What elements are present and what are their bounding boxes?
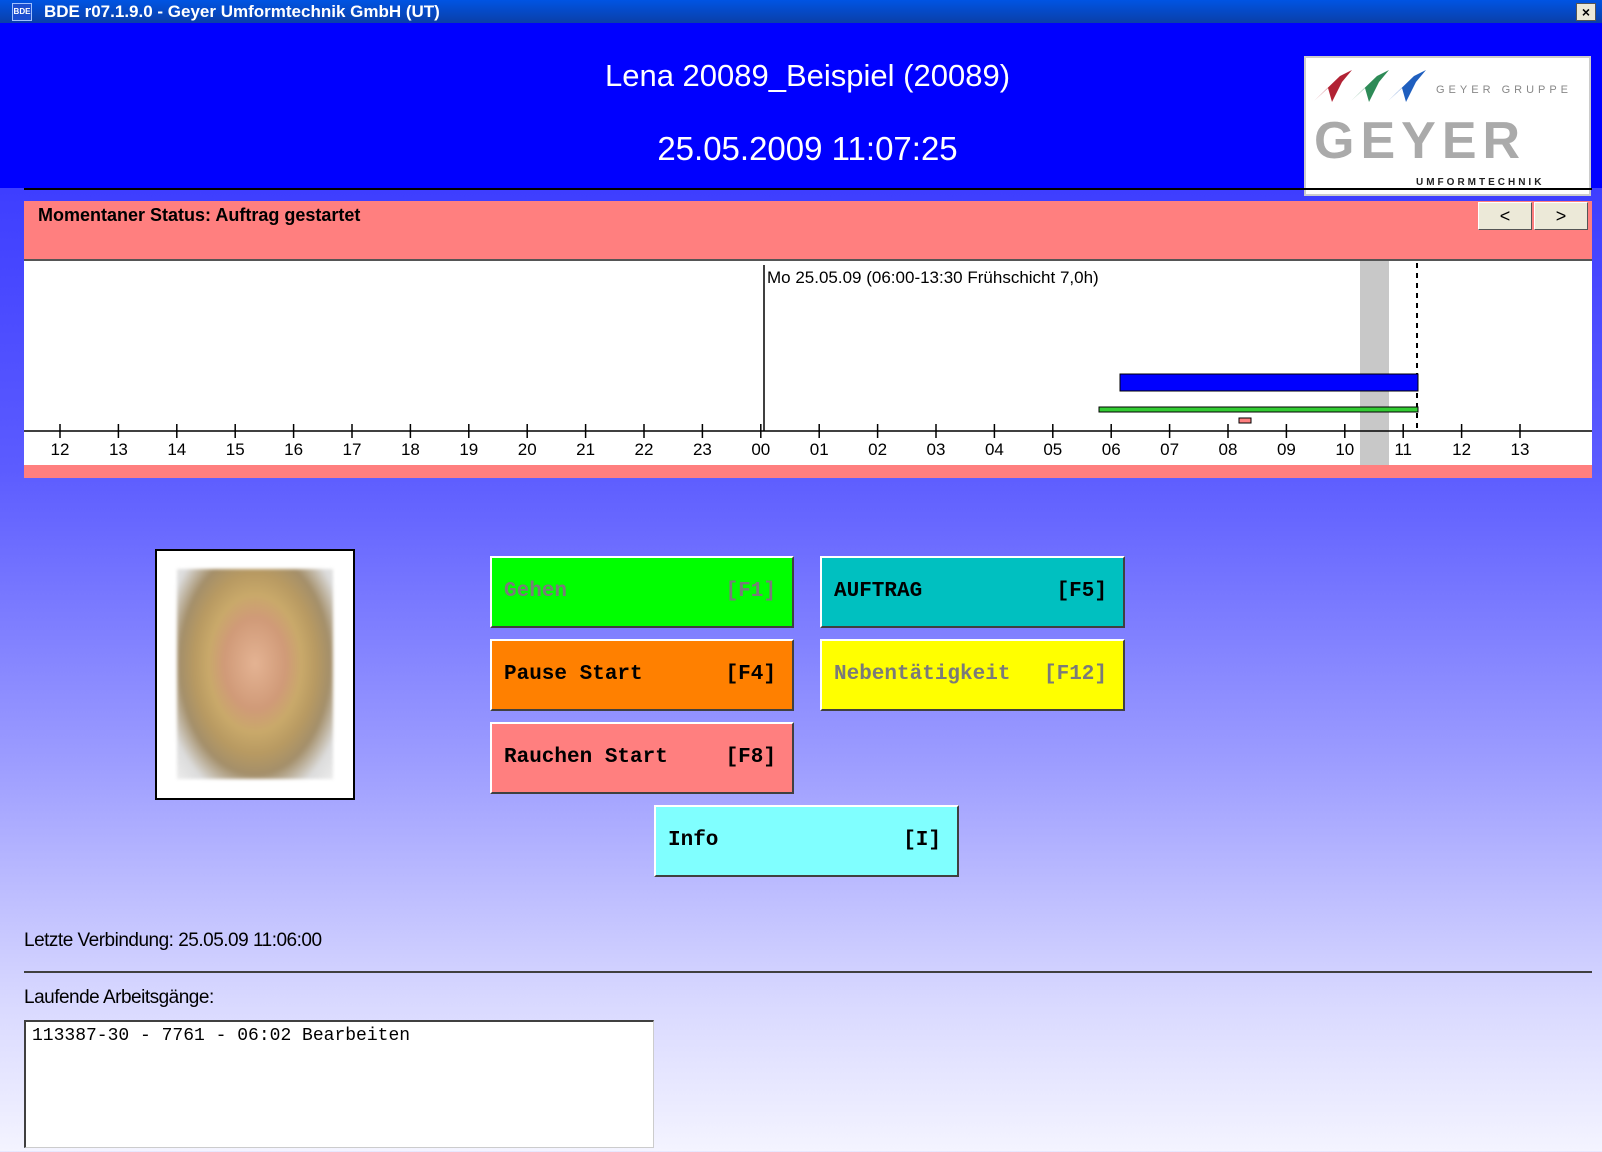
logo-brand-text: GEYER	[1314, 112, 1526, 170]
header-panel: Lena 20089_Beispiel (20089) 25.05.2009 1…	[0, 23, 1602, 196]
running-operation-item[interactable]: 113387-30 - 7761 - 06:02 Bearbeiten	[32, 1026, 647, 1046]
pause-start-key: [F4]	[725, 663, 776, 686]
logo-arrow-red-icon	[1314, 70, 1352, 102]
logo-sub-text: UMFORMTECHNIK	[1416, 177, 1544, 188]
timeline-bottom-strip	[24, 465, 1592, 478]
presence-bar	[1098, 406, 1419, 413]
info-label: Info	[668, 829, 719, 852]
gehen-label: Gehen	[504, 580, 568, 603]
hour-label: 16	[284, 440, 303, 459]
pause-start-label: Pause Start	[504, 663, 643, 686]
hour-label: 07	[1160, 440, 1179, 459]
running-operations-label: Laufende Arbeitsgänge:	[24, 987, 214, 1008]
hour-label: 00	[751, 440, 770, 459]
company-logo: GEYER GRUPPE GEYER UMFORMTECHNIK	[1304, 56, 1591, 196]
hour-label: 04	[985, 440, 1004, 459]
last-connection-text: Letzte Verbindung: 25.05.09 11:06:00	[24, 930, 322, 951]
gehen-button[interactable]: Gehen [F1]	[490, 556, 794, 628]
status-panel: Momentaner Status: Auftrag gestartet < >	[24, 201, 1592, 259]
hour-label: 08	[1219, 440, 1238, 459]
window-titlebar: BDE BDE r07.1.9.0 - Geyer Umformtechnik …	[0, 0, 1602, 23]
running-operations-list[interactable]: 113387-30 - 7761 - 06:02 Bearbeiten	[24, 1020, 654, 1148]
auftrag-button[interactable]: AUFTRAG [F5]	[820, 556, 1125, 628]
hour-label: 22	[635, 440, 654, 459]
work-order-bar	[1119, 373, 1419, 392]
nebentaetigkeit-label: Nebentätigkeit	[834, 663, 1011, 686]
hour-label: 01	[810, 440, 829, 459]
hour-label: 10	[1335, 440, 1354, 459]
hour-label: 23	[693, 440, 712, 459]
auftrag-key: [F5]	[1056, 580, 1107, 603]
hour-label: 02	[868, 440, 887, 459]
hour-label: 13	[109, 440, 128, 459]
hour-label: 12	[51, 440, 70, 459]
hour-label: 06	[1102, 440, 1121, 459]
employee-photo-frame	[155, 549, 355, 800]
info-button[interactable]: Info [I]	[654, 805, 959, 877]
hour-label: 18	[401, 440, 420, 459]
gehen-key: [F1]	[725, 580, 776, 603]
hour-label: 09	[1277, 440, 1296, 459]
hour-label: 05	[1043, 440, 1062, 459]
app-icon: BDE	[12, 3, 32, 21]
logo-arrow-green-icon	[1351, 70, 1389, 102]
smoke-break-marker	[1238, 417, 1252, 424]
timeline-prev-button[interactable]: <	[1478, 202, 1532, 230]
hour-label: 21	[576, 440, 595, 459]
hour-label: 13	[1511, 440, 1530, 459]
hour-label: 12	[1452, 440, 1471, 459]
rauchen-start-button[interactable]: Rauchen Start [F8]	[490, 722, 794, 794]
info-key: [I]	[903, 829, 941, 852]
rauchen-start-label: Rauchen Start	[504, 746, 668, 769]
nebentaetigkeit-button[interactable]: Nebentätigkeit [F12]	[820, 639, 1125, 711]
footer-divider	[24, 971, 1592, 973]
rauchen-start-key: [F8]	[725, 746, 776, 769]
hour-label: 14	[167, 440, 186, 459]
hour-label: 15	[226, 440, 245, 459]
close-button[interactable]: ×	[1576, 3, 1596, 21]
break-period-block	[1360, 261, 1389, 465]
hour-label: 03	[927, 440, 946, 459]
logo-arrow-blue-icon	[1388, 70, 1426, 102]
hour-label: 19	[459, 440, 478, 459]
window-title: BDE r07.1.9.0 - Geyer Umformtechnik GmbH…	[44, 2, 440, 21]
logo-group-text: GEYER GRUPPE	[1436, 84, 1572, 96]
header-divider	[24, 188, 1592, 190]
employee-photo	[177, 569, 333, 779]
auftrag-label: AUFTRAG	[834, 580, 923, 603]
timeline-next-button[interactable]: >	[1534, 202, 1588, 230]
hour-label: 20	[518, 440, 537, 459]
hour-label: 11	[1394, 440, 1412, 459]
status-text: Momentaner Status: Auftrag gestartet	[38, 205, 361, 225]
shift-timeline: Mo 25.05.09 (06:00-13:30 Frühschicht 7,0…	[24, 259, 1592, 465]
hour-label: 17	[343, 440, 362, 459]
nebentaetigkeit-key: [F12]	[1043, 663, 1107, 686]
shift-label: Mo 25.05.09 (06:00-13:30 Frühschicht 7,0…	[767, 268, 1099, 287]
pause-start-button[interactable]: Pause Start [F4]	[490, 639, 794, 711]
